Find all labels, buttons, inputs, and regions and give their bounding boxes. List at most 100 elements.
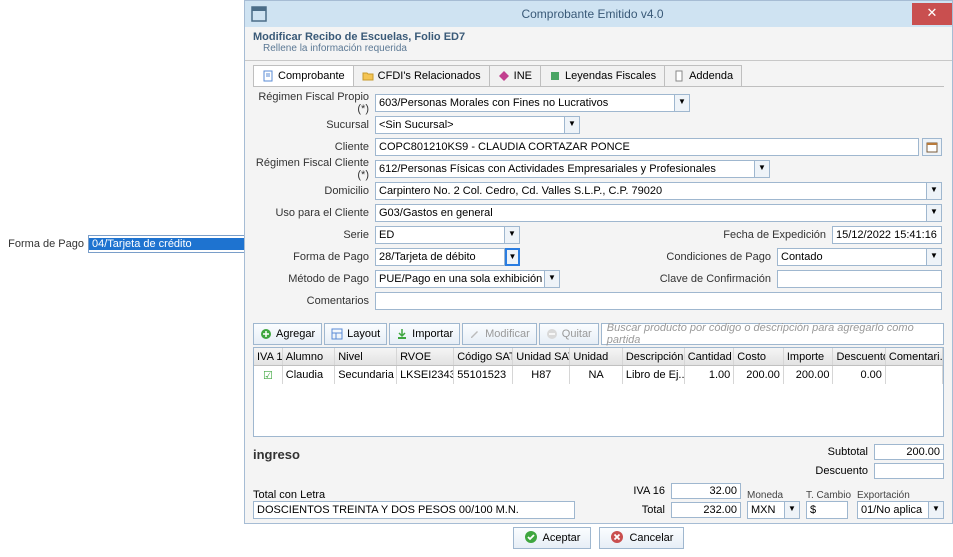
col-rvoe[interactable]: RVOE: [397, 348, 454, 365]
fecha-label: Fecha de Expedición: [712, 229, 832, 241]
moneda-label: Moneda: [747, 490, 800, 501]
descuento-label: Descuento: [784, 465, 874, 477]
close-button[interactable]: ✕: [912, 3, 952, 25]
forma-pago-label: Forma de Pago: [255, 251, 375, 263]
col-descripcion[interactable]: Descripción: [623, 348, 685, 365]
uso-field[interactable]: G03/Gastos en general: [375, 204, 927, 222]
col-costo[interactable]: Costo: [734, 348, 784, 365]
clave-conf-field[interactable]: [777, 270, 942, 288]
regimen-cliente-field[interactable]: 612/Personas Físicas con Actividades Emp…: [375, 160, 755, 178]
remove-icon: [546, 328, 558, 340]
cancel-icon: [610, 530, 624, 547]
tab-leyendas[interactable]: Leyendas Fiscales: [540, 65, 665, 86]
layout-icon: [331, 328, 343, 340]
clave-conf-label: Clave de Confirmación: [657, 273, 777, 285]
window: Comprobante Emitido v4.0 ✕ Modificar Rec…: [244, 0, 953, 524]
modificar-button: Modificar: [462, 323, 537, 345]
col-cantidad[interactable]: Cantidad: [685, 348, 735, 365]
book-icon: [549, 70, 561, 82]
floating-forma-pago-combo[interactable]: 04/Tarjeta de crédito ▼: [88, 235, 260, 253]
export-label: Exportación: [857, 490, 944, 501]
cancelar-button[interactable]: Cancelar: [599, 527, 684, 549]
chevron-down-icon[interactable]: ▼: [505, 248, 520, 266]
layout-button[interactable]: Layout: [324, 323, 387, 345]
import-icon: [396, 328, 408, 340]
tab-addenda[interactable]: Addenda: [664, 65, 742, 86]
tabs: Comprobante CFDI's Relacionados INE Leye…: [253, 65, 944, 87]
descuento-value: [874, 463, 944, 479]
ingreso-label: ingreso: [253, 443, 784, 466]
col-importe[interactable]: Importe: [784, 348, 834, 365]
subtotal-value: 200.00: [874, 444, 944, 460]
row-checkbox[interactable]: ☑: [254, 366, 283, 384]
total-letra-field: DOSCIENTOS TREINTA Y DOS PESOS 00/100 M.…: [253, 501, 575, 519]
chevron-down-icon[interactable]: ▼: [929, 501, 944, 519]
iva-value: 32.00: [671, 483, 741, 499]
chevron-down-icon[interactable]: ▼: [505, 226, 520, 244]
chevron-down-icon[interactable]: ▼: [565, 116, 580, 134]
tab-comprobante[interactable]: Comprobante: [253, 65, 354, 86]
floating-forma-pago-label: Forma de Pago: [0, 238, 88, 250]
export-field[interactable]: 01/No aplica: [857, 501, 929, 519]
table-row[interactable]: ☑ Claudia Secundaria LKSEI2343 55101523 …: [254, 366, 943, 384]
tcambio-label: T. Cambio: [806, 490, 851, 501]
page-icon: [673, 70, 685, 82]
col-unidad-sat[interactable]: Unidad SAT: [513, 348, 570, 365]
diamond-icon: [498, 70, 510, 82]
regimen-propio-label: Régimen Fiscal Propio (*): [255, 91, 375, 115]
col-codigo-sat[interactable]: Código SAT: [454, 348, 513, 365]
metodo-field[interactable]: PUE/Pago en una sola exhibición: [375, 270, 545, 288]
chevron-down-icon[interactable]: ▼: [785, 501, 800, 519]
quitar-button: Quitar: [539, 323, 599, 345]
chevron-down-icon[interactable]: ▼: [927, 204, 942, 222]
forma-pago-field[interactable]: 28/Tarjeta de débito: [375, 248, 505, 266]
titlebar: Comprobante Emitido v4.0 ✕: [245, 1, 952, 27]
domicilio-label: Domicilio: [255, 185, 375, 197]
coment-label: Comentarios: [255, 295, 375, 307]
edit-icon: [469, 328, 481, 340]
header-main: Modificar Recibo de Escuelas, Folio ED7: [253, 31, 944, 43]
chevron-down-icon[interactable]: ▼: [675, 94, 690, 112]
cliente-label: Cliente: [255, 141, 375, 153]
window-title: Comprobante Emitido v4.0: [273, 7, 912, 21]
total-label: Total: [581, 504, 671, 516]
metodo-label: Método de Pago: [255, 273, 375, 285]
chevron-down-icon[interactable]: ▼: [545, 270, 560, 288]
calendar-icon-button[interactable]: [922, 138, 942, 156]
serie-field[interactable]: ED: [375, 226, 505, 244]
total-letra-label: Total con Letra: [253, 489, 575, 501]
domicilio-field[interactable]: Carpintero No. 2 Col. Cedro, Cd. Valles …: [375, 182, 927, 200]
header-strip: Modificar Recibo de Escuelas, Folio ED7 …: [245, 27, 952, 61]
total-value: 232.00: [671, 502, 741, 518]
chevron-down-icon[interactable]: ▼: [755, 160, 770, 178]
regimen-propio-field[interactable]: 603/Personas Morales con Fines no Lucrat…: [375, 94, 675, 112]
fecha-field[interactable]: 15/12/2022 15:41:16: [832, 226, 942, 244]
tab-cfdi[interactable]: CFDI's Relacionados: [353, 65, 490, 86]
importar-button[interactable]: Importar: [389, 323, 460, 345]
header-sub: Rellene la información requerida: [253, 43, 944, 54]
chevron-down-icon[interactable]: ▼: [927, 182, 942, 200]
aceptar-button[interactable]: Aceptar: [513, 527, 592, 549]
col-nivel[interactable]: Nivel: [335, 348, 397, 365]
regimen-cliente-label: Régimen Fiscal Cliente (*): [255, 157, 375, 181]
subtotal-label: Subtotal: [784, 446, 874, 458]
uso-label: Uso para el Cliente: [255, 207, 375, 219]
col-unidad[interactable]: Unidad: [570, 348, 622, 365]
tab-ine[interactable]: INE: [489, 65, 541, 86]
col-descuento[interactable]: Descuento: [833, 348, 885, 365]
coment-field[interactable]: [375, 292, 942, 310]
tcambio-field[interactable]: $: [806, 501, 848, 519]
sucursal-field[interactable]: <Sin Sucursal>: [375, 116, 565, 134]
chevron-down-icon[interactable]: ▼: [927, 248, 942, 266]
agregar-button[interactable]: Agregar: [253, 323, 322, 345]
iva-label: IVA 16: [581, 485, 671, 497]
moneda-field[interactable]: MXN: [747, 501, 785, 519]
cliente-field[interactable]: COPC801210KS9 - CLAUDIA CORTAZAR PONCE: [375, 138, 919, 156]
grid-header: IVA 16 Alumno Nivel RVOE Código SAT Unid…: [254, 348, 943, 366]
col-iva[interactable]: IVA 16: [254, 348, 283, 365]
cond-pago-field[interactable]: Contado: [777, 248, 927, 266]
col-alumno[interactable]: Alumno: [283, 348, 335, 365]
col-comentarios[interactable]: Comentari...: [886, 348, 943, 365]
product-search-input[interactable]: Buscar producto por código o descripción…: [601, 323, 944, 345]
serie-label: Serie: [255, 229, 375, 241]
